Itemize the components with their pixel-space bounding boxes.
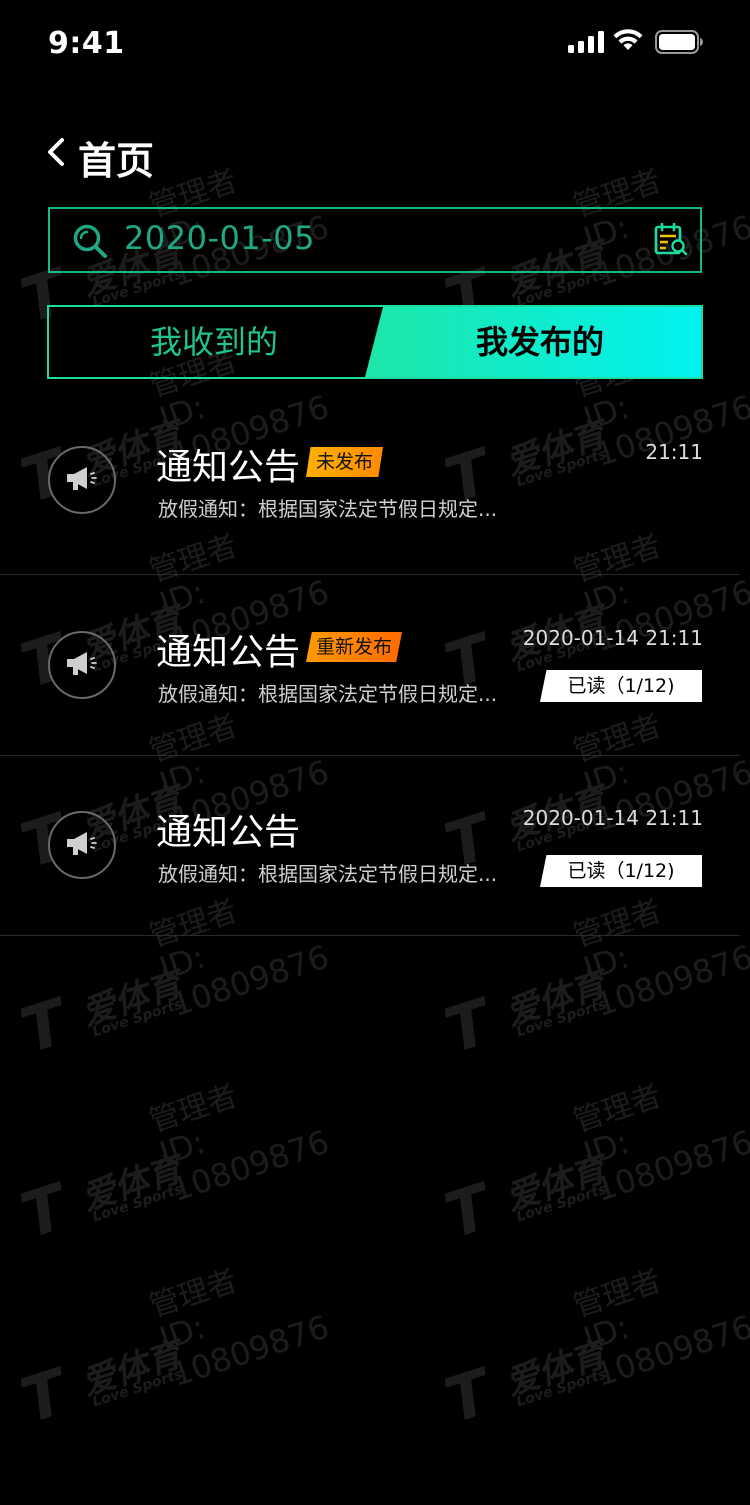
notice-title: 通知公告: [156, 632, 301, 673]
notice-time: 2020-01-14 21:11: [522, 806, 703, 830]
divider: [0, 935, 740, 936]
notice-title: 通知公告: [156, 812, 301, 853]
status-time: 9:41: [48, 26, 125, 61]
list-item[interactable]: 通知公告 重新发布 2020-01-14 21:11 放假通知：根据国家法定节假…: [0, 575, 750, 756]
notice-avatar: [48, 811, 116, 879]
notice-desc: 放假通知：根据国家法定节假日规定...: [158, 682, 498, 706]
tab-received[interactable]: 我收到的: [49, 307, 379, 377]
notice-title: 通知公告: [156, 447, 301, 488]
notice-desc: 放假通知：根据国家法定节假日规定...: [158, 497, 498, 521]
search-date-value[interactable]: 2020-01-05: [124, 219, 315, 257]
tab-bar: 我收到的 我发布的: [47, 305, 703, 379]
notice-desc: 放假通知：根据国家法定节假日规定...: [158, 862, 498, 886]
page-title: 首页: [78, 139, 155, 183]
date-search-field[interactable]: 2020-01-05: [48, 207, 702, 273]
calendar-search-icon[interactable]: [654, 223, 688, 257]
signal-icon: [568, 31, 604, 53]
app-screen: 9:41 首页 2020-01-05 我收到的 我发布的 通知公告 未发布 21…: [0, 0, 750, 1505]
megaphone-icon: [67, 832, 97, 855]
chevron-left-icon[interactable]: [44, 132, 74, 172]
list-item[interactable]: 通知公告 2020-01-14 21:11 放假通知：根据国家法定节假日规定..…: [0, 756, 750, 936]
wifi-icon: [613, 29, 643, 50]
status-badge: 重新发布: [306, 632, 403, 662]
notice-avatar: [48, 631, 116, 699]
status-badge: 未发布: [306, 447, 384, 477]
battery-icon: [655, 30, 703, 54]
search-icon: [73, 224, 107, 258]
notice-avatar: [48, 446, 116, 514]
read-count-badge[interactable]: 已读（1/12): [540, 670, 702, 702]
notice-time: 21:11: [645, 440, 703, 464]
list-item[interactable]: 通知公告 未发布 21:11 放假通知：根据国家法定节假日规定...: [0, 400, 750, 580]
megaphone-icon: [67, 467, 97, 490]
megaphone-icon: [67, 652, 97, 675]
tab-published[interactable]: 我发布的: [379, 307, 701, 377]
read-count-badge[interactable]: 已读（1/12): [540, 855, 702, 887]
notice-time: 2020-01-14 21:11: [522, 626, 703, 650]
